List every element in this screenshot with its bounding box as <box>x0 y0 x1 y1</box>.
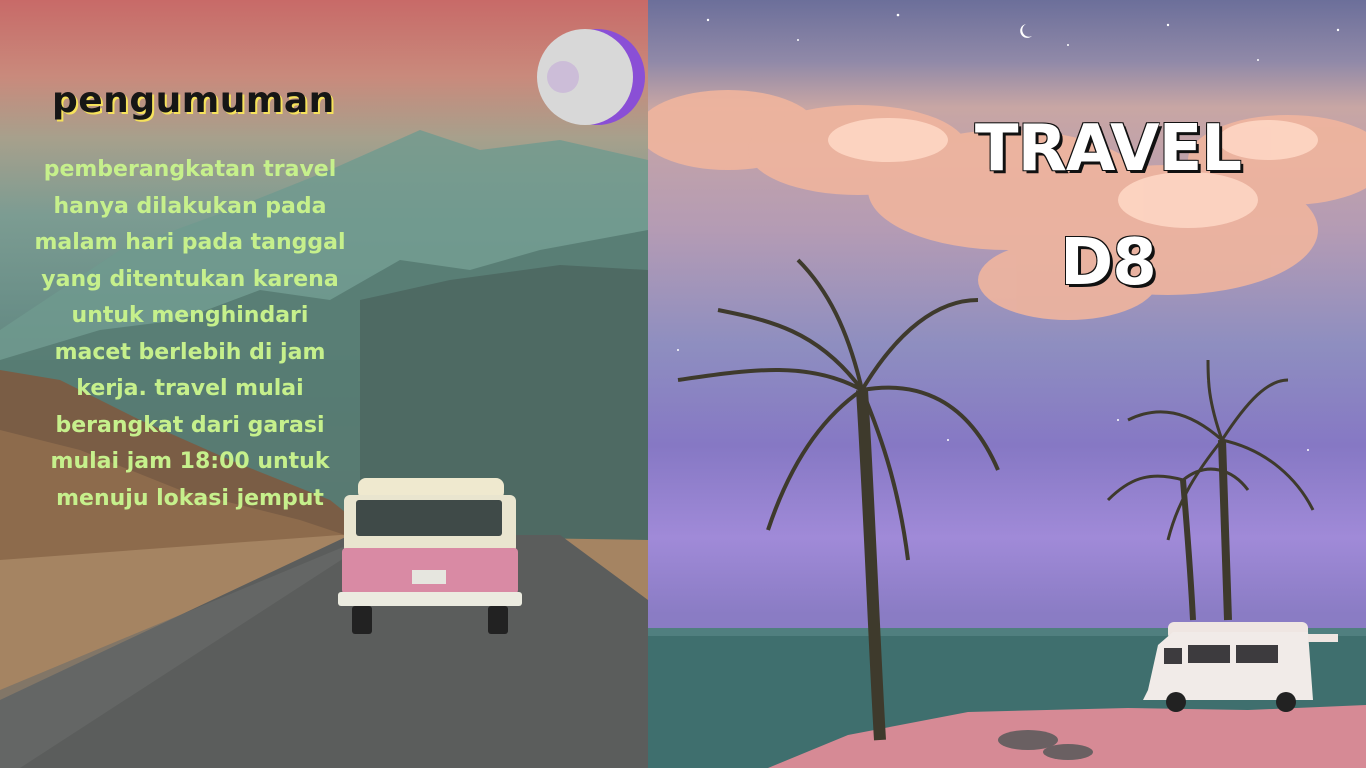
brand-title: TRAVEL D8 <box>958 92 1258 320</box>
announcement-body: pemberangkatan travel hanya dilakukan pa… <box>34 157 346 511</box>
moon-decoration-icon <box>537 29 645 125</box>
beach-panel: TRAVEL D8 <box>648 0 1366 768</box>
palm-tree-right <box>1106 359 1315 621</box>
brand-line-1: TRAVEL <box>974 112 1242 186</box>
announcement-title: pengumuman <box>52 80 335 121</box>
van-right <box>1143 622 1338 712</box>
announcement-panel: pengumuman pemberangkatan travel hanya d… <box>0 0 648 768</box>
brand-line-2: D8 <box>1060 226 1157 300</box>
